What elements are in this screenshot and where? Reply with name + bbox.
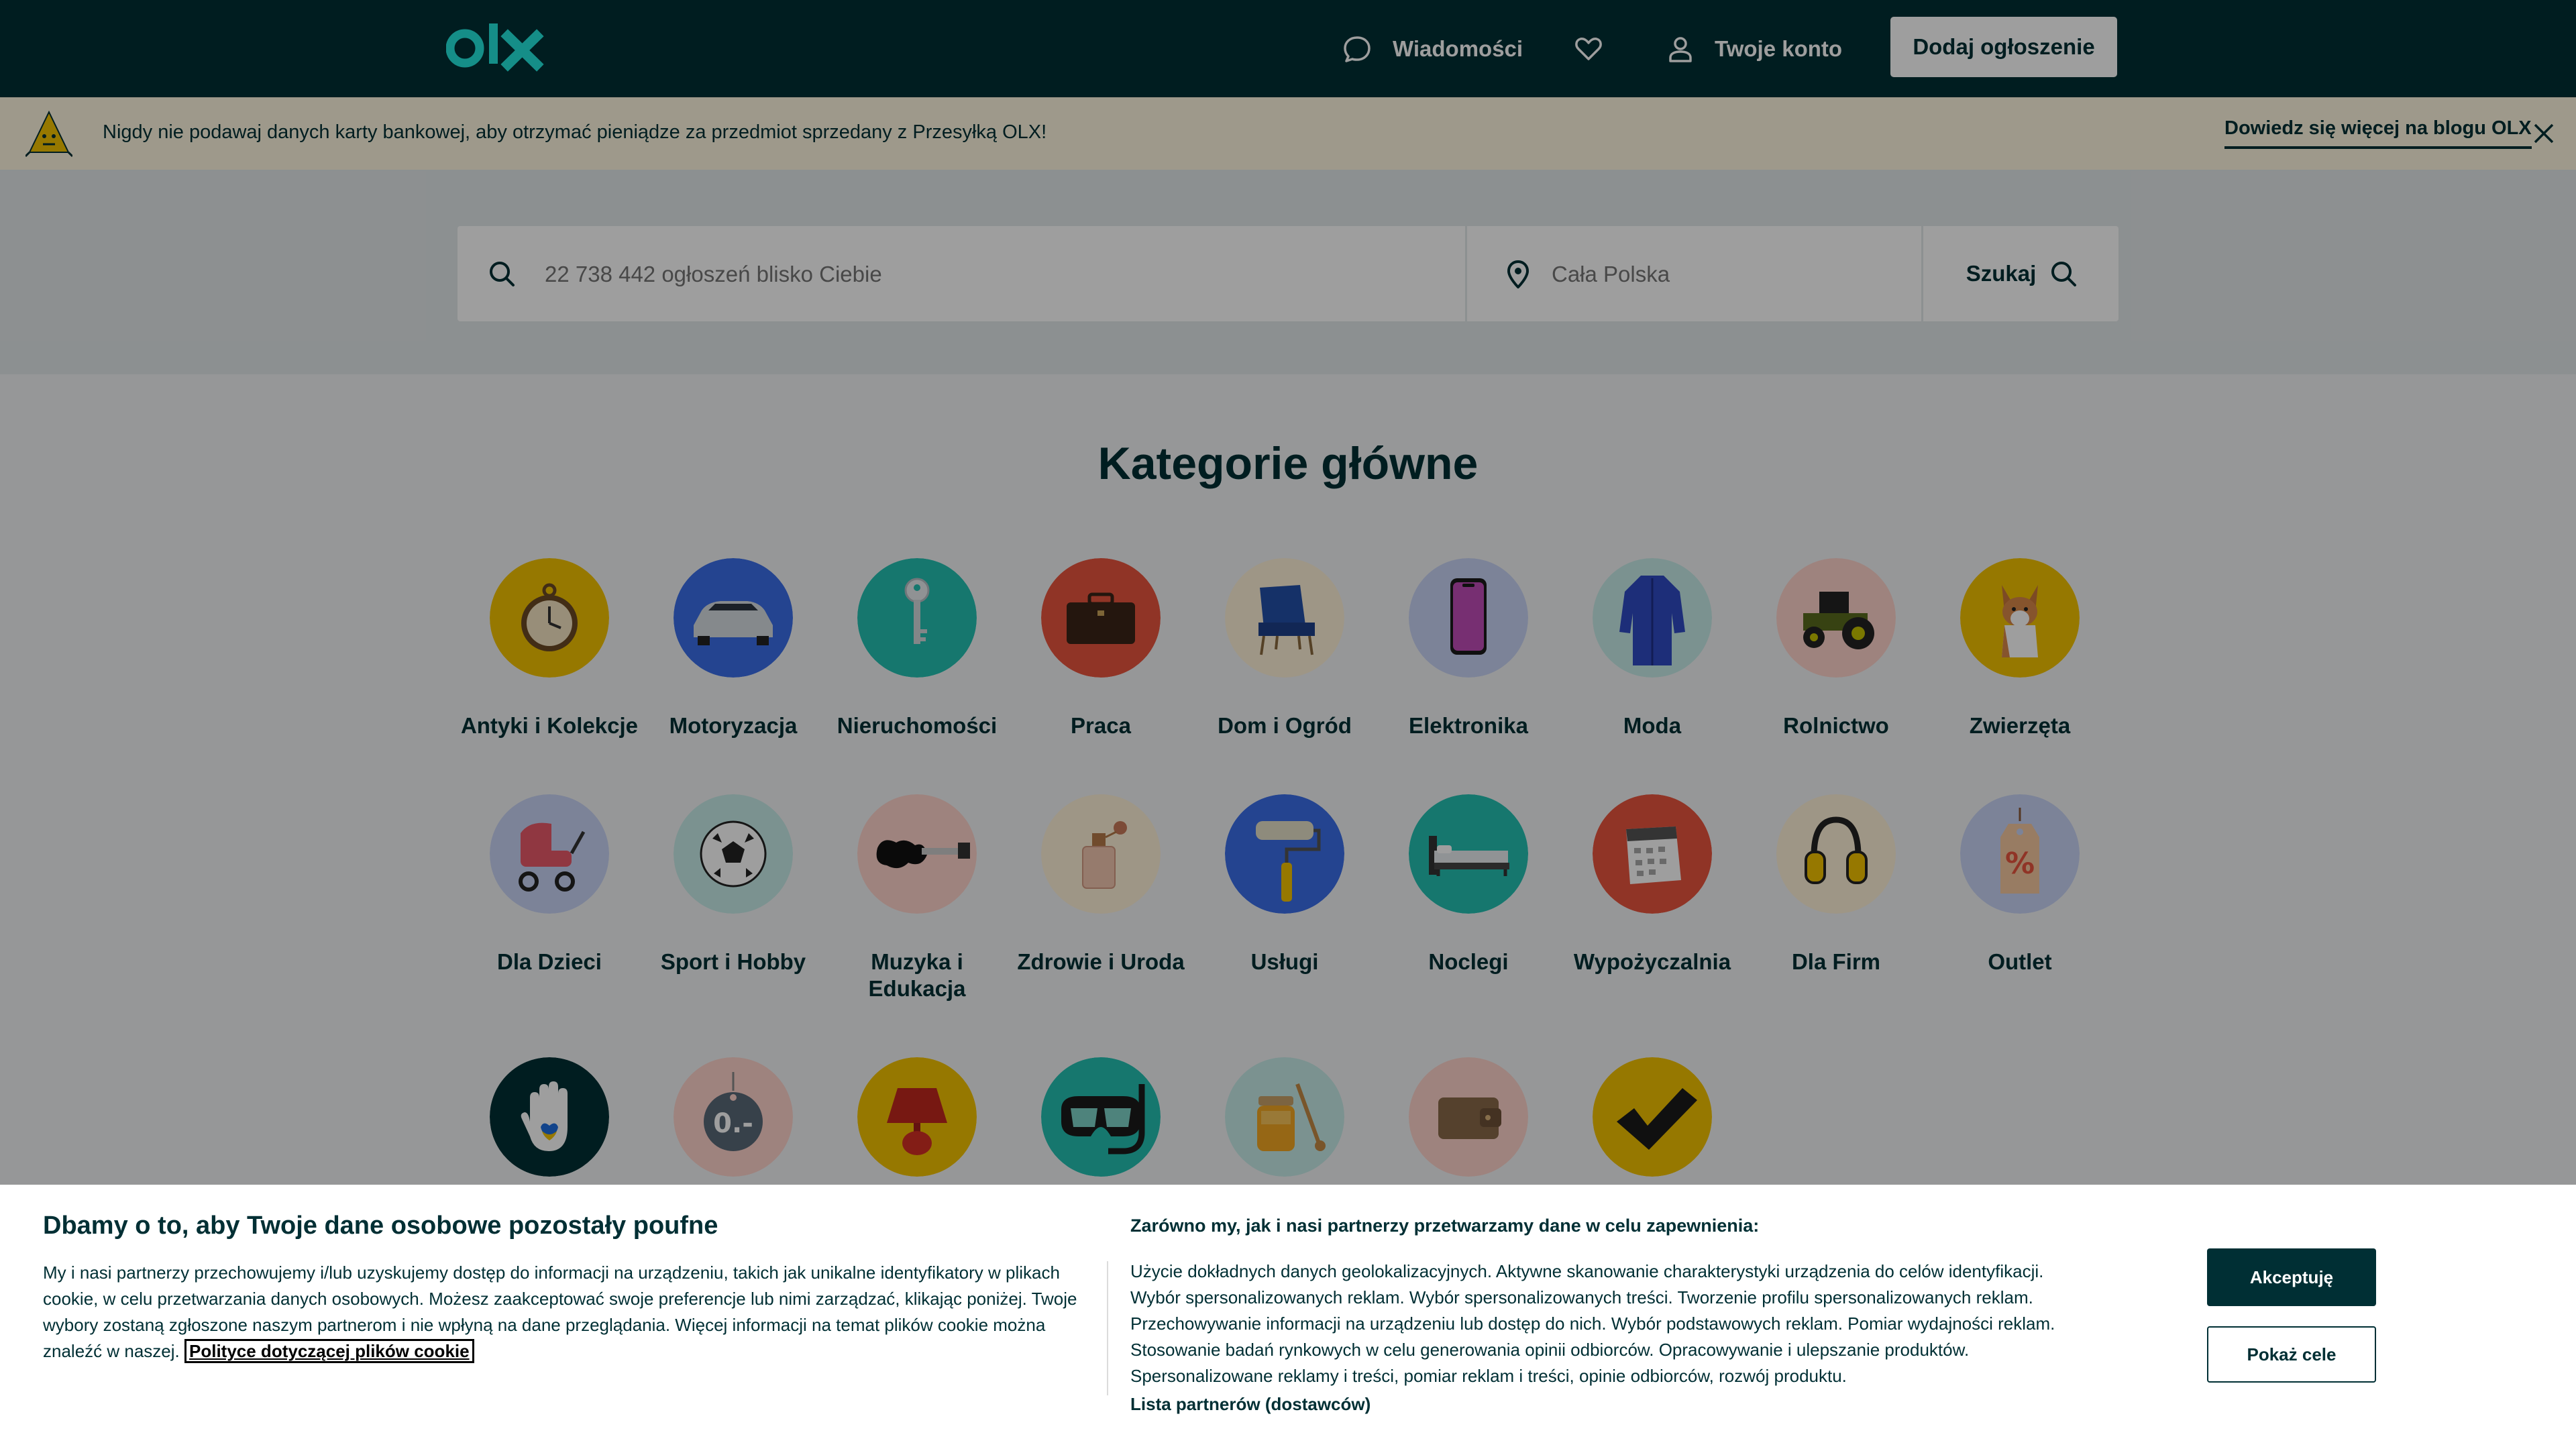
modal-overlay bbox=[0, 0, 2576, 1185]
accept-button[interactable]: Akceptuję bbox=[2207, 1248, 2376, 1306]
show-purposes-button[interactable]: Pokaż cele bbox=[2207, 1326, 2376, 1383]
cookie-divider bbox=[1107, 1261, 1108, 1395]
partners-list-link[interactable]: Lista partnerów (dostawców) bbox=[1130, 1394, 1371, 1415]
cookie-text: My i nasi partnerzy przechowujemy i/lub … bbox=[43, 1260, 1089, 1364]
cookie-policy-link[interactable]: Polityce dotyczącej plików cookie bbox=[184, 1339, 474, 1363]
cookie-consent-panel: Dbamy o to, aby Twoje dane osobowe pozos… bbox=[0, 1185, 2576, 1449]
cookie-purposes-text: Użycie dokładnych danych geolokalizacyjn… bbox=[1130, 1261, 2055, 1386]
cookie-title: Dbamy o to, aby Twoje dane osobowe pozos… bbox=[43, 1212, 718, 1240]
cookie-purposes-title: Zarówno my, jak i nasi partnerzy przetwa… bbox=[1130, 1216, 1760, 1236]
